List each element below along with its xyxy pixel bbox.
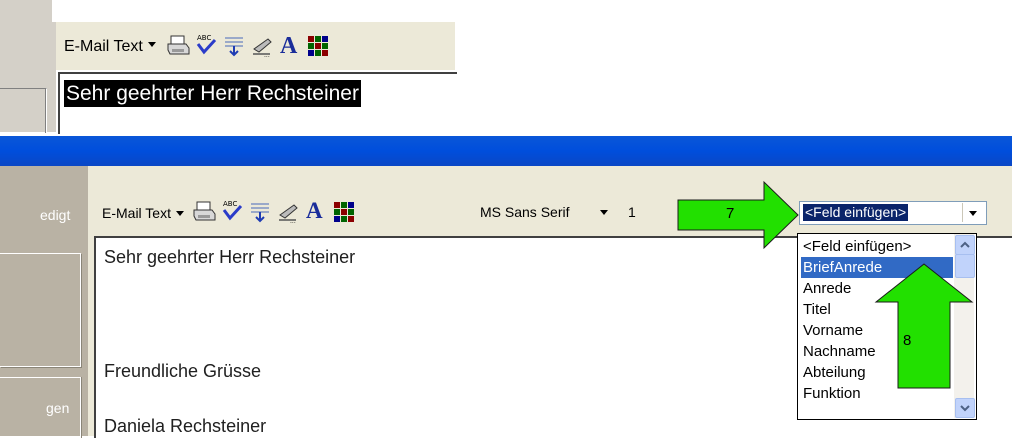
- spellcheck-icon[interactable]: ABC: [220, 198, 244, 222]
- top-selected-greeting[interactable]: Sehr geehrter Herr Rechsteiner: [64, 80, 361, 107]
- insert-field-icon[interactable]: [248, 200, 272, 224]
- top-toolbar-separator: [52, 22, 56, 132]
- annotation-arrow-up: [874, 263, 974, 389]
- scroll-down-button[interactable]: [955, 398, 975, 418]
- svg-text:...: ...: [264, 52, 270, 58]
- field-insert-value: <Feld einfügen>: [801, 203, 910, 222]
- mail-format-chevron-icon[interactable]: [176, 211, 184, 216]
- font-size-value[interactable]: 1: [628, 204, 636, 220]
- editor-line-greeting: Sehr geehrter Herr Rechsteiner: [104, 247, 356, 267]
- top-font-color-icon[interactable]: A: [280, 33, 297, 60]
- scroll-up-button[interactable]: [955, 235, 975, 255]
- top-insert-field-icon[interactable]: [222, 34, 246, 58]
- top-mail-format-chevron-icon[interactable]: [148, 42, 156, 47]
- top-signature-icon[interactable]: ...: [250, 34, 274, 58]
- top-print-icon[interactable]: [166, 34, 190, 58]
- annotation-step-8: 8: [903, 332, 912, 349]
- color-grid-icon[interactable]: [332, 200, 356, 224]
- window-title-bar: [0, 136, 1012, 166]
- signature-icon[interactable]: ...: [276, 200, 300, 224]
- top-color-grid-icon[interactable]: [306, 34, 330, 58]
- font-color-icon[interactable]: A: [306, 198, 323, 224]
- top-sidebar-panel: [0, 88, 47, 133]
- annotation-arrow-right: [677, 180, 799, 250]
- editor-line-signature: Daniela Rechsteiner: [104, 416, 267, 436]
- top-spellcheck-icon[interactable]: ABC: [194, 32, 218, 56]
- sidebar-panel: [0, 253, 81, 367]
- mail-format-label[interactable]: E-Mail Text: [102, 205, 171, 221]
- svg-text:ABC: ABC: [197, 34, 211, 42]
- font-name-chevron-icon[interactable]: [600, 210, 608, 215]
- field-insert-dropdown-button[interactable]: [962, 203, 984, 222]
- svg-text:...: ...: [290, 218, 296, 224]
- editor-line-closing: Freundliche Grüsse: [104, 361, 262, 381]
- chevron-up-icon: [960, 241, 970, 248]
- annotation-step-7: 7: [726, 205, 735, 222]
- top-mail-format-label[interactable]: E-Mail Text: [64, 38, 143, 56]
- dropdown-item[interactable]: <Feld einfügen>: [801, 236, 953, 257]
- chevron-down-icon: [960, 405, 970, 412]
- svg-text:ABC: ABC: [223, 200, 237, 208]
- font-name-value: MS Sans Serif: [480, 204, 570, 220]
- field-insert-chevron-icon[interactable]: [969, 211, 977, 216]
- print-icon[interactable]: [192, 200, 216, 224]
